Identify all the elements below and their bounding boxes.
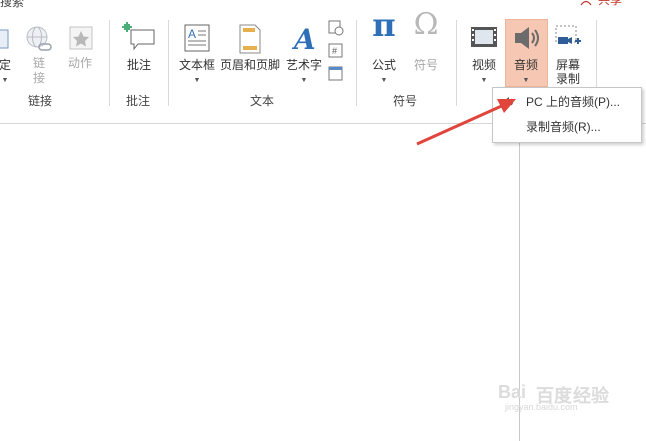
annotation-arrow <box>416 99 516 146</box>
watermark-url: jingyan.baidu.com <box>505 402 578 412</box>
watermark-tail: 经验 <box>573 386 609 406</box>
watermark-brand: Bai <box>498 382 527 402</box>
arrow-shaft <box>416 102 507 146</box>
